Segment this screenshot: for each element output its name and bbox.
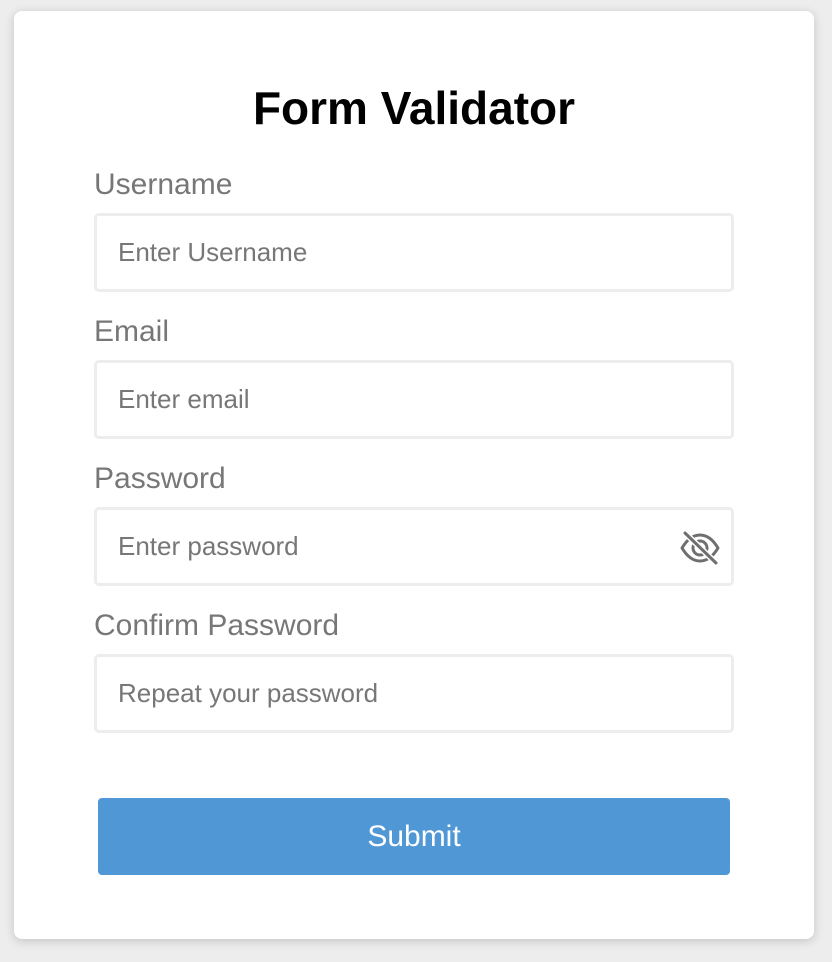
- eye-slash-icon-graphic: [680, 531, 720, 565]
- username-field[interactable]: [94, 213, 734, 292]
- password-field[interactable]: [94, 507, 734, 586]
- username-input[interactable]: [97, 216, 731, 289]
- confirm-password-label: Confirm Password: [94, 609, 340, 642]
- password-input[interactable]: [97, 510, 731, 583]
- eye-slash-icon[interactable]: [679, 529, 721, 567]
- email-label: Email: [94, 315, 170, 348]
- confirm-password-field[interactable]: [94, 654, 734, 733]
- password-label: Password: [94, 462, 226, 495]
- email-field[interactable]: [94, 360, 734, 439]
- submit-button[interactable]: Submit: [98, 798, 730, 875]
- email-input[interactable]: [97, 363, 731, 436]
- form-card: Form Validator Username Email Password C…: [14, 11, 814, 939]
- confirm-password-input[interactable]: [97, 657, 731, 730]
- page-title: Form Validator: [252, 82, 576, 134]
- username-label: Username: [94, 168, 233, 201]
